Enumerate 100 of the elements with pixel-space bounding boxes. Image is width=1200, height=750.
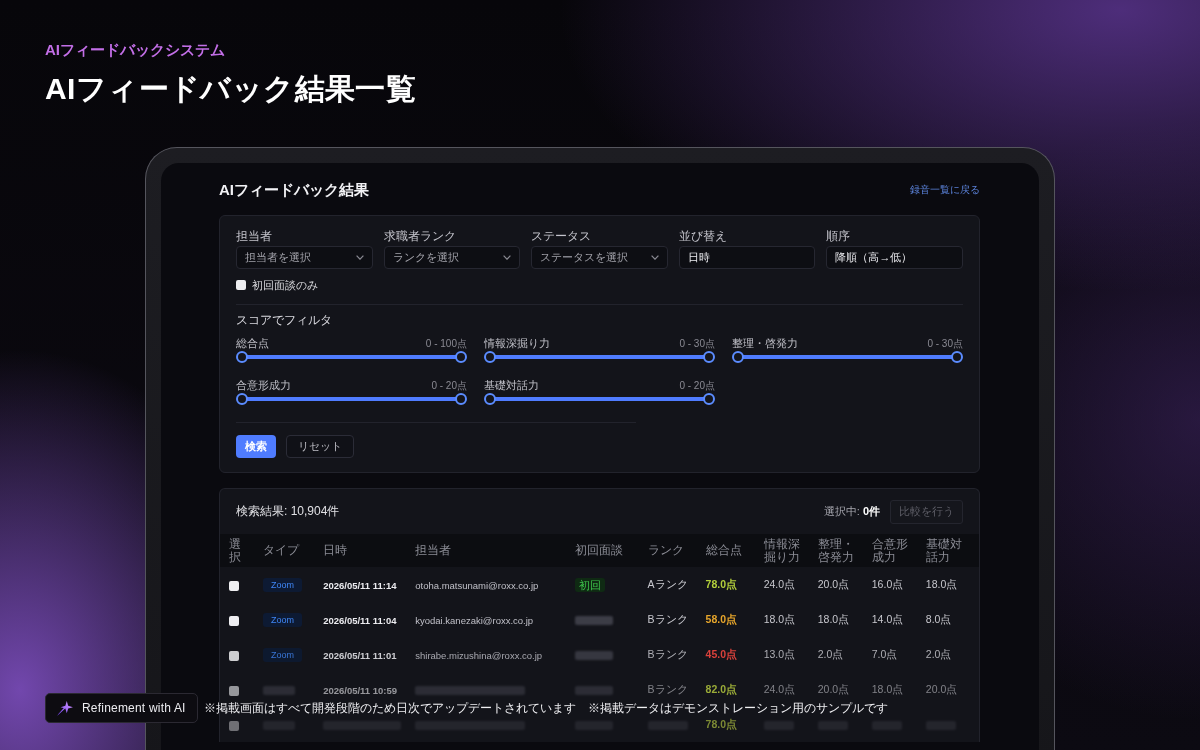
blurred-text: [575, 651, 614, 661]
total-score: 45.0点: [705, 647, 738, 660]
row-checkbox[interactable]: [229, 615, 239, 626]
score-text: 18.0点: [925, 577, 958, 590]
select-field[interactable]: ステータスを選択: [531, 246, 668, 269]
date-time: 2026/05/11 11:14: [323, 579, 397, 591]
checkbox[interactable]: [236, 280, 246, 290]
score-text: 2.0点: [925, 647, 952, 660]
score-text: 20.0点: [817, 682, 850, 695]
total-score: 78.0点: [705, 717, 738, 730]
date-time: 2026/05/11 11:04: [323, 614, 397, 626]
column-header: 初回面談: [575, 544, 624, 557]
column-header: 選択: [229, 537, 242, 564]
slider-thumb[interactable]: [484, 351, 496, 363]
screen-title: AIフィードバック結果: [219, 181, 369, 199]
slider-thumb[interactable]: [455, 393, 467, 405]
slider-thumb[interactable]: [236, 393, 248, 405]
result-count: 検索結果: 10,904件: [236, 503, 340, 520]
sparkle-icon: [57, 700, 73, 716]
slider-label: 整理・啓発力: [732, 337, 798, 350]
assignee-email: otoha.matsunami@roxx.co.jp: [415, 579, 539, 591]
disclaimer-text: ※掲載画面はすべて開発段階のため日次でアップデートされています: [203, 700, 576, 716]
score-text: 7.0点: [871, 647, 898, 660]
blurred-text: [575, 686, 614, 696]
field-label: 並び替え: [678, 229, 727, 244]
slider-thumb[interactable]: [732, 351, 744, 363]
field-label: ステータス: [531, 229, 592, 244]
input-field[interactable]: 日時: [678, 246, 816, 269]
rank-text: Aランク: [647, 577, 688, 590]
score-text: 2.0点: [817, 647, 844, 660]
rank-text: Bランク: [647, 682, 688, 695]
score-text: 18.0点: [871, 682, 904, 695]
row-checkbox[interactable]: [229, 580, 239, 591]
page-title: AIフィードバック結果一覧: [45, 72, 417, 106]
field-label: 順序: [826, 229, 851, 244]
search-button[interactable]: 検索: [236, 435, 276, 458]
column-header: 担当者: [415, 544, 452, 557]
assignee-email: kyodai.kanezaki@roxx.co.jp: [415, 614, 534, 626]
slider-label: 合意形成力: [236, 379, 291, 392]
date-time: 2026/05/11 11:01: [323, 649, 397, 661]
section-label: AIフィードバックシステム: [45, 40, 225, 60]
checkbox-label: 初回面談のみ: [252, 278, 318, 292]
total-score: 82.0点: [705, 682, 738, 695]
field-label: 担当者: [236, 229, 272, 244]
column-header: タイプ: [263, 544, 300, 557]
score-text: 16.0点: [871, 577, 904, 590]
select-field[interactable]: ランクを選択: [383, 246, 521, 269]
column-header: 基礎対話力: [925, 537, 963, 564]
type-badge: Zoom: [263, 647, 303, 662]
row-checkbox[interactable]: [229, 685, 239, 696]
reset-button[interactable]: リセット: [286, 435, 354, 458]
slider-label: 情報深掘り力: [484, 337, 550, 350]
slider-label: 基礎対話力: [484, 379, 539, 392]
field-label: 求職者ランク: [383, 229, 456, 244]
slider-range-text: 0 - 100点: [425, 337, 467, 350]
score-text: 24.0点: [763, 682, 796, 695]
slider-range-text: 0 - 30点: [927, 337, 963, 350]
type-badge: Zoom: [263, 577, 303, 592]
slider-range-text: 0 - 30点: [679, 337, 715, 350]
date-time: 2026/05/11 10:59: [323, 684, 398, 696]
score-text: 14.0点: [871, 612, 904, 625]
slider-range-text: 0 - 20点: [431, 379, 467, 392]
assignee-email: shirabe.mizushina@roxx.co.jp: [415, 649, 543, 661]
score-text: 20.0点: [817, 577, 850, 590]
score-text: 24.0点: [763, 577, 796, 590]
disclaimer-text: ※掲載データはデモンストレーション用のサンプルです: [587, 700, 888, 716]
slider-label: 総合点: [236, 337, 269, 350]
score-text: 8.0点: [925, 612, 952, 625]
row-checkbox[interactable]: [229, 650, 239, 661]
type-badge: Zoom: [263, 612, 303, 627]
chevron-down-icon: [650, 255, 659, 260]
back-link[interactable]: 録音一覧に戻る: [910, 183, 980, 197]
rank-text: Bランク: [647, 647, 688, 660]
blurred-text: [575, 616, 614, 626]
slider-thumb[interactable]: [236, 351, 248, 363]
column-header: ランク: [647, 544, 684, 557]
slider-range-text: 0 - 20点: [679, 379, 715, 392]
select-field[interactable]: 担当者を選択: [236, 246, 373, 269]
rank-text: Bランク: [647, 612, 688, 625]
blurred-text: [263, 686, 296, 696]
row-checkbox[interactable]: [229, 720, 239, 731]
slider-thumb[interactable]: [703, 393, 715, 405]
score-text: 20.0点: [925, 682, 958, 695]
column-header: 情報深掘り力: [763, 537, 801, 564]
slider-thumb[interactable]: [455, 351, 467, 363]
total-score: 78.0点: [705, 577, 738, 590]
slider-thumb[interactable]: [703, 351, 715, 363]
score-text: 18.0点: [817, 612, 850, 625]
selection-count: 選択中: 0件: [823, 504, 880, 519]
column-header: 合意形成力: [871, 537, 909, 564]
chevron-down-icon: [503, 255, 512, 260]
status-badge: 初回: [575, 577, 606, 592]
slider-thumb[interactable]: [484, 393, 496, 405]
total-score: 58.0点: [705, 612, 738, 625]
badge-label: Refinement with AI: [82, 701, 186, 715]
slider-thumb[interactable]: [951, 351, 963, 363]
input-field[interactable]: 降順（高→低）: [826, 246, 963, 269]
column-header: 整理・啓発力: [817, 537, 855, 564]
chevron-down-icon: [355, 255, 364, 260]
score-text: 13.0点: [763, 647, 796, 660]
